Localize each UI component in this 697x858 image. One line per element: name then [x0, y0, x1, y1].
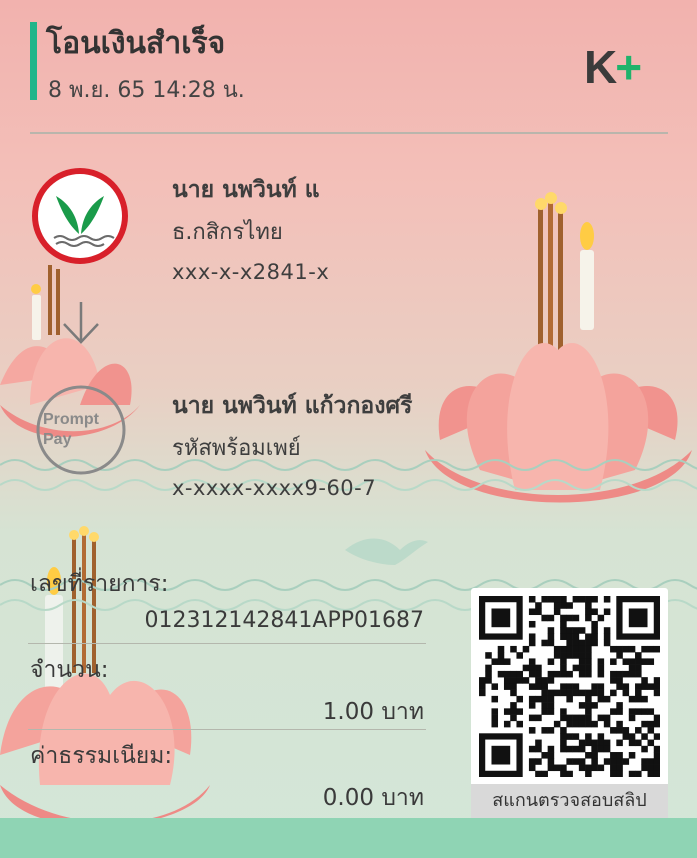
- bottom-bar: [0, 818, 697, 858]
- promptpay-circle-icon: [36, 385, 126, 475]
- kplus-logo-k: K: [584, 41, 617, 93]
- promptpay-logo-line1: Prompt: [43, 411, 99, 428]
- page-title: โอนเงินสำเร็จ: [46, 26, 226, 61]
- kbank-leaf-icon: [32, 168, 128, 264]
- amount-label: จำนวน:: [30, 657, 109, 683]
- header-divider: [30, 132, 668, 134]
- detail-divider: [28, 643, 426, 644]
- sender-name: นาย นพวินท์ แ: [172, 177, 320, 203]
- qr-code-icon[interactable]: [479, 596, 660, 777]
- receiver-account: x-xxxx-xxxx9-60-7: [172, 476, 377, 500]
- qr-caption: สแกนตรวจสอบสลิป: [471, 784, 668, 818]
- promptpay-logo: Prompt Pay: [35, 384, 127, 476]
- arrow-down-icon: [63, 302, 99, 344]
- reference-label: เลขที่รายการ:: [30, 571, 169, 597]
- sender-account: xxx-x-x2841-x: [172, 260, 330, 284]
- transaction-datetime: 8 พ.ย. 65 14:28 น.: [48, 78, 245, 103]
- receiver-channel: รหัสพร้อมเพย์: [172, 436, 301, 461]
- qr-card[interactable]: สแกนตรวจสอบสลิป: [471, 588, 668, 818]
- kplus-logo-plus: +: [615, 41, 642, 93]
- transfer-slip: โอนเงินสำเร็จ 8 พ.ย. 65 14:28 น. K+ นาย …: [0, 0, 697, 858]
- header-accent-bar: [30, 22, 37, 100]
- fee-label: ค่าธรรมเนียม:: [30, 743, 173, 769]
- sender-bank: ธ.กสิกรไทย: [172, 220, 283, 245]
- fee-value: 0.00 บาท: [322, 785, 424, 811]
- receiver-name: นาย นพวินท์ แก้วกองศรี: [172, 393, 413, 419]
- detail-divider: [28, 729, 426, 730]
- reference-value: 012312142841APP01687: [144, 608, 424, 633]
- kplus-logo: K+: [584, 40, 642, 94]
- amount-value: 1.00 บาท: [322, 699, 424, 725]
- promptpay-logo-line2: Pay: [43, 431, 72, 448]
